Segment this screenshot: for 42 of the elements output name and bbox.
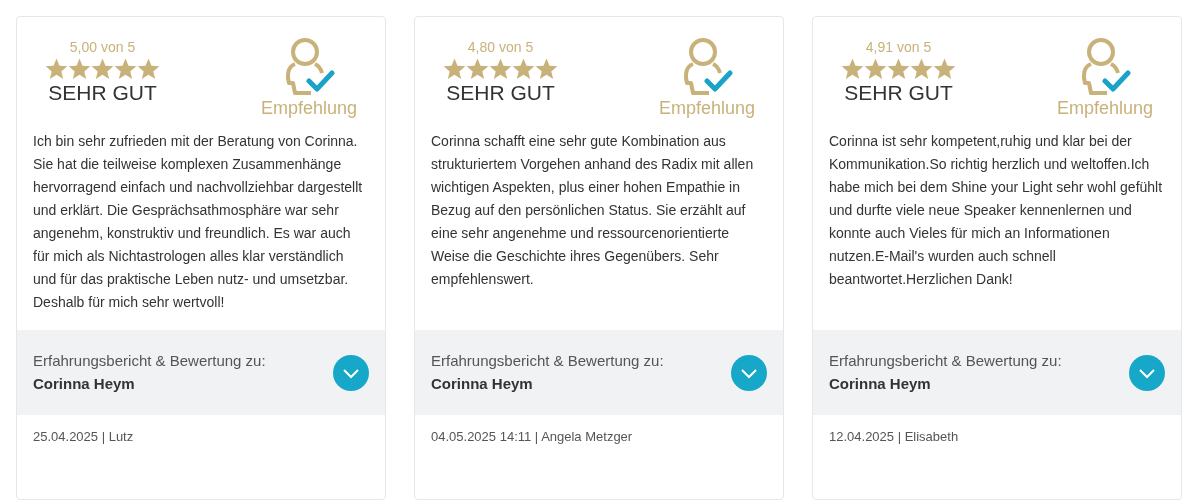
- rating-verdict: SEHR GUT: [446, 80, 555, 106]
- review-date-author: 04.05.2025 14:11 | Angela Metzger: [430, 428, 634, 446]
- star-icon: [114, 58, 137, 80]
- star-icon: [68, 58, 91, 80]
- rating-verdict: SEHR GUT: [48, 80, 157, 106]
- rating-score: 4,80 von 5: [467, 38, 534, 57]
- reviewed-name: Corinna Heym: [829, 373, 932, 394]
- star-icon: [512, 58, 535, 80]
- reviewed-label: Erfahrungsbericht & Bewertung zu:: [33, 351, 266, 371]
- review-text: Ich bin sehr zufrieden mit der Beratung von Corinna. Sie hat die teilweise komplexen Zusammenhänge hervorragend einfach und nachvollziehbar dargestellt und erklärt. Die Gesprächsathmosphäre war sehr angenehm, konstruktiv und freundlich. Es war auch für mich als Nichtastrologen alles klar verständlich und für das praktische Leben nutz- und umsetzbar. Deshalb für mich sehr wertvoll!: [32, 132, 364, 312]
- star-icon: [887, 58, 910, 80]
- expand-button[interactable]: [1129, 354, 1165, 391]
- star-icon: [91, 58, 114, 80]
- review-text: Corinna schafft eine sehr gute Kombination aus strukturiertem Vorgehen anhand des Radix mit allen wichtigen Aspekten, plus einer hohen Empathie in Bezug auf den persönlichen Status. Sie erzählt auf eine sehr angenehme und ressourcenorientierte Weise die Geschichte ihres Gegenübers. Sehr empfehlenswert.: [430, 132, 755, 289]
- star-icon: [933, 58, 956, 80]
- rating-score: 5,00 von 5: [69, 38, 136, 57]
- review-date-author: 12.04.2025 | Elisabeth: [828, 428, 960, 446]
- recommendation-label: Empfehlung: [658, 97, 755, 120]
- star-icon: [443, 58, 466, 80]
- reviewed-label: Erfahrungsbericht & Bewertung zu:: [829, 351, 1062, 371]
- star-icon: [137, 58, 160, 80]
- reviewed-name: Corinna Heym: [431, 373, 534, 394]
- review-date-author: 25.04.2025 | Lutz: [32, 428, 135, 446]
- recommendation-label: Empfehlung: [1056, 97, 1153, 120]
- recommendation-label: Empfehlung: [260, 97, 357, 120]
- chevron-down-icon: [1138, 366, 1156, 379]
- star-icon: [45, 58, 68, 80]
- chevron-down-icon: [342, 366, 360, 379]
- star-icon: [841, 58, 864, 80]
- rating-score: 4,91 von 5: [865, 38, 932, 57]
- star-icon: [910, 58, 933, 80]
- star-icon: [489, 58, 512, 80]
- star-icon: [535, 58, 558, 80]
- expand-button[interactable]: [731, 354, 767, 391]
- reviewed-label: Erfahrungsbericht & Bewertung zu:: [431, 351, 664, 371]
- chevron-down-icon: [740, 366, 758, 379]
- star-icon: [864, 58, 887, 80]
- rating-verdict: SEHR GUT: [844, 80, 953, 106]
- reviewed-name: Corinna Heym: [33, 373, 136, 394]
- expand-button[interactable]: [333, 354, 369, 391]
- review-text: Corinna ist sehr kompetent,ruhig und klar bei der Kommunikation.So richtig herzlich und weltoffen.Ich habe mich bei dem Shine your Light sehr wohl gefühlt und durfte viele neue Speaker kennenlernen und konnte auch Vieles für mich an Informationen nutzen.E-Mail's wurden auch schnell beantwortet.Herzlichen Dank!: [828, 132, 1164, 289]
- star-icon: [466, 58, 489, 80]
